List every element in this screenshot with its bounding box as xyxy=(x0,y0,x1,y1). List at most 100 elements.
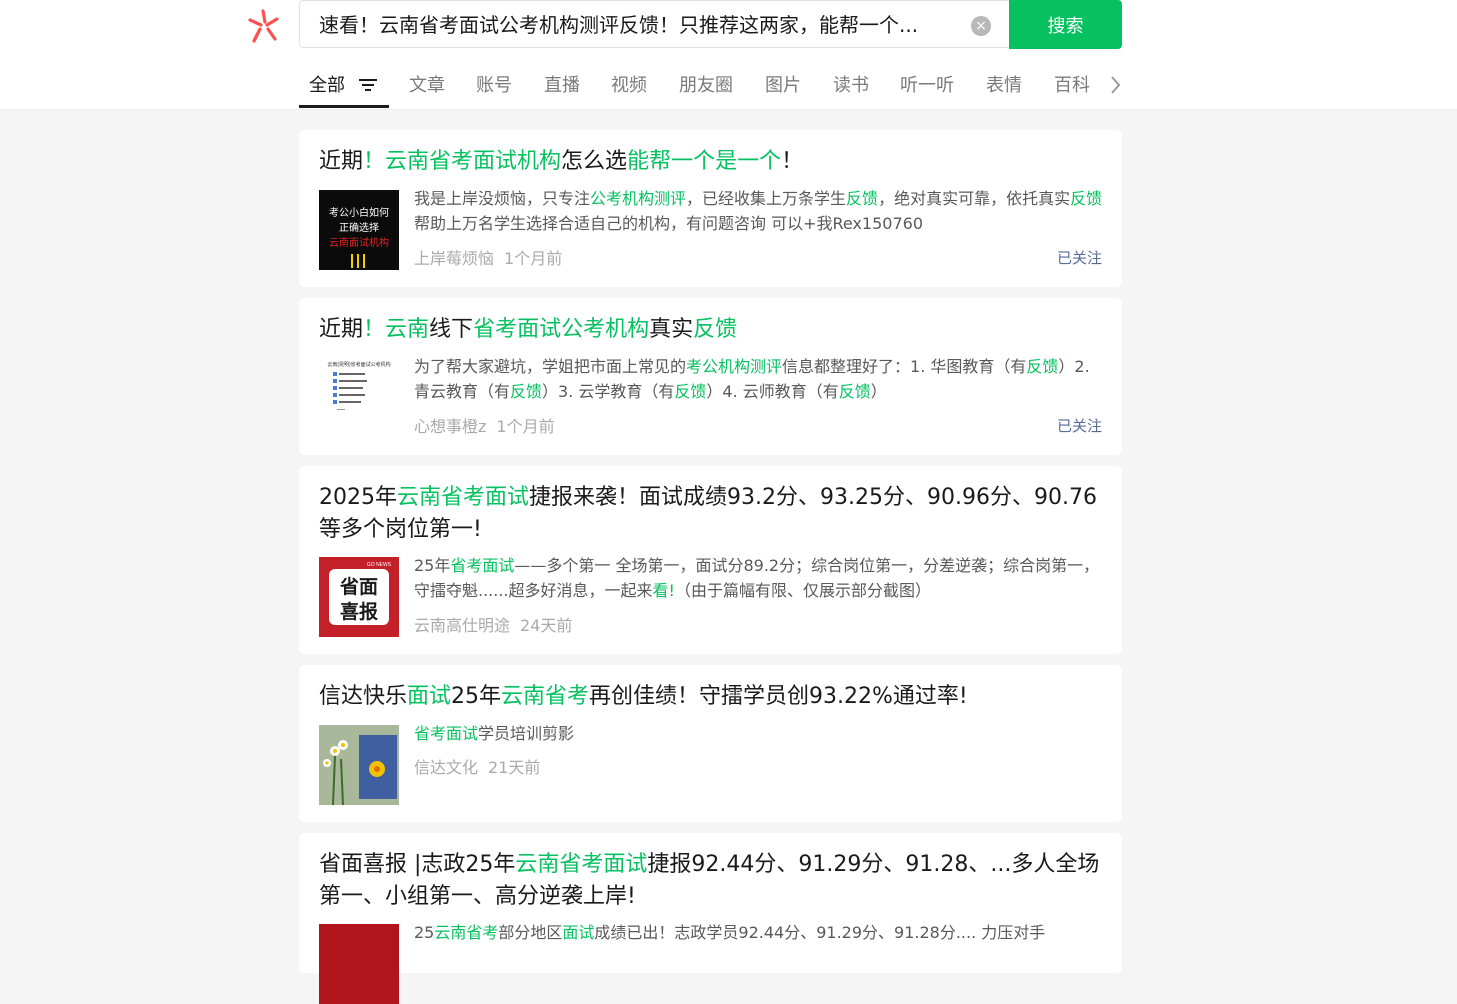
result-source[interactable]: 心想事橙z xyxy=(414,417,486,436)
text-segment: ，已经收集上万条学生 xyxy=(686,189,847,208)
result-thumbnail[interactable] xyxy=(319,924,399,1004)
text-segment: 信达快乐 xyxy=(319,684,408,709)
result-thumbnail[interactable]: 考公小白如何 正确选择 云南面试机构 xyxy=(319,190,399,270)
thumb-line: 考公小白如何 xyxy=(329,206,389,219)
thumb-line: GO NEWS xyxy=(367,562,392,568)
highlight-keyword: ！ xyxy=(363,149,386,174)
followed-button[interactable]: 已关注 xyxy=(1057,247,1102,268)
result-title[interactable]: 近期！云南线下省考面试公考机构真实反馈 xyxy=(319,314,1104,346)
highlight-keyword: 反馈 xyxy=(510,382,543,401)
highlight-keyword: 省考面试 xyxy=(450,556,515,575)
tab-live[interactable]: 直播 xyxy=(544,71,580,97)
highlight-keyword: 能帮一个是一个 xyxy=(627,149,782,174)
top-bar: × 搜索 全部 文章 账号 直播 视频 朋友圈 图片 读书 听一听 表情 百科 xyxy=(0,0,1457,110)
highlight-keyword: 考公机构测评 xyxy=(686,357,783,376)
text-segment: 学员培训剪影 xyxy=(478,724,575,743)
result-meta: 心想事橙z 1个月前 xyxy=(414,413,555,437)
chevron-right-icon[interactable] xyxy=(1109,73,1123,97)
tab-encyclopedia[interactable]: 百科 xyxy=(1054,71,1090,97)
result-card[interactable]: 2025年云南省考面试捷报来袭！面试成绩93.2分、93.25分、90.96分、… xyxy=(299,466,1122,654)
text-segment: ！ xyxy=(781,149,804,174)
search-input[interactable] xyxy=(319,1,959,49)
text-segment: 省面喜报 |志政25年 xyxy=(319,852,516,877)
highlight-keyword: 云南省考 xyxy=(434,923,499,942)
result-thumbnail[interactable]: 云南(昆明)省考面试公考机构 xyxy=(319,358,399,438)
text-segment: （由于篇幅有限、仅展示部分截图） xyxy=(674,581,931,600)
highlight-keyword: 云南省考面试 xyxy=(397,485,530,510)
highlight-keyword: 面试 xyxy=(562,923,595,942)
text-segment: ）4. 云师教育（有 xyxy=(706,382,839,401)
result-title[interactable]: 信达快乐面试25年云南省考再创佳绩！守擂学员创93.22%通过率! xyxy=(319,681,1104,713)
highlight-keyword: 云南省考 xyxy=(501,684,590,709)
highlight-keyword: 面试 xyxy=(407,684,452,709)
text-segment: 真实 xyxy=(649,317,694,342)
result-title[interactable]: 近期！云南省考面试机构怎么选能帮一个是一个！ xyxy=(319,146,1104,178)
result-title[interactable]: 2025年云南省考面试捷报来袭！面试成绩93.2分、93.25分、90.96分、… xyxy=(319,482,1104,546)
text-segment: 25年 xyxy=(451,684,502,709)
result-card[interactable]: 省面喜报 |志政25年云南省考面试捷报92.44分、91.29分、91.28、.… xyxy=(299,833,1122,1004)
result-source[interactable]: 云南高仕明途 xyxy=(414,616,510,635)
text-segment: 为了帮大家避坑，学姐把市面上常见的 xyxy=(414,357,687,376)
thumb-line: 云南(昆明)省考面试公考机构 xyxy=(327,361,390,368)
result-time: 1个月前 xyxy=(504,249,563,268)
result-description: 25云南省考部分地区面试成绩已出！志政学员92.44分、91.29分、91.28… xyxy=(414,920,1104,945)
result-time: 24天前 xyxy=(520,616,573,635)
tab-images[interactable]: 图片 xyxy=(765,71,801,97)
highlight-keyword: 反馈 xyxy=(674,382,707,401)
highlight-keyword: 云南省考面试机构 xyxy=(385,149,562,174)
result-meta: 信达文化 21天前 xyxy=(414,754,540,778)
result-source[interactable]: 上岸莓烦恼 xyxy=(414,249,494,268)
highlight-keyword: 反馈 xyxy=(1070,189,1103,208)
text-segment: 信息都整理好了：1. 华图教育（有 xyxy=(782,357,1027,376)
highlight-keyword: 公考机构测评 xyxy=(590,189,687,208)
result-description: 为了帮大家避坑，学姐把市面上常见的考公机构测评信息都整理好了：1. 华图教育（有… xyxy=(414,354,1104,404)
tab-moments[interactable]: 朋友圈 xyxy=(679,71,733,97)
tab-articles[interactable]: 文章 xyxy=(409,71,445,97)
result-thumbnail[interactable]: 省面 喜报 GO NEWS xyxy=(319,557,399,637)
result-card[interactable]: 近期！云南线下省考面试公考机构真实反馈 云南(昆明)省考面试公考机构 为了帮大家… xyxy=(299,298,1122,455)
thumb-line: 云南面试机构 xyxy=(329,236,389,249)
search-box: × xyxy=(299,0,1009,49)
filter-icon[interactable] xyxy=(359,77,377,93)
text-segment: ）3. 云学教育（有 xyxy=(542,382,675,401)
text-segment: 近期 xyxy=(319,149,364,174)
tab-videos[interactable]: 视频 xyxy=(611,71,647,97)
highlight-keyword: 省考面试公考机构 xyxy=(473,317,650,342)
highlight-keyword: ！ xyxy=(363,317,386,342)
followed-button[interactable]: 已关注 xyxy=(1057,415,1102,436)
text-segment: 帮助上万名学生选择合适自己的机构，有问题咨询 可以+我Rex150760 xyxy=(414,214,924,233)
text-segment: 线下 xyxy=(429,317,474,342)
text-segment: 部分地区 xyxy=(498,923,563,942)
tab-books[interactable]: 读书 xyxy=(833,71,869,97)
result-title[interactable]: 省面喜报 |志政25年云南省考面试捷报92.44分、91.29分、91.28、.… xyxy=(319,849,1104,913)
tab-listen[interactable]: 听一听 xyxy=(900,71,954,97)
thumb-line: 喜报 xyxy=(340,600,378,623)
result-time: 1个月前 xyxy=(496,417,555,436)
text-segment: 25年 xyxy=(414,556,451,575)
text-segment: ） xyxy=(870,382,887,401)
text-segment: 近期 xyxy=(319,317,364,342)
result-description: 25年省考面试——多个第一 全场第一，面试分89.2分；综合岗位第一，分差逆袭；… xyxy=(414,553,1104,603)
result-card[interactable]: 近期！云南省考面试机构怎么选能帮一个是一个！ 考公小白如何 正确选择 云南面试机… xyxy=(299,130,1122,287)
result-description: 省考面试学员培训剪影 xyxy=(414,721,1104,746)
text-segment: ，绝对真实可靠，依托真实 xyxy=(878,189,1071,208)
highlight-keyword: 反馈 xyxy=(838,382,871,401)
clear-search-icon[interactable]: × xyxy=(971,16,991,36)
highlight-keyword: 省考面试 xyxy=(414,724,479,743)
highlight-keyword: 反馈 xyxy=(1026,357,1059,376)
tab-all[interactable]: 全部 xyxy=(309,71,345,97)
text-segment: 怎么选 xyxy=(561,149,628,174)
search-button[interactable]: 搜索 xyxy=(1009,0,1122,49)
result-meta: 上岸莓烦恼 1个月前 xyxy=(414,245,562,269)
result-card[interactable]: 信达快乐面试25年云南省考再创佳绩！守擂学员创93.22%通过率! 省考面试学员… xyxy=(299,665,1122,822)
search-logo-icon[interactable] xyxy=(246,8,282,44)
thumb-line: 正确选择 xyxy=(339,221,379,234)
tab-stickers[interactable]: 表情 xyxy=(986,71,1022,97)
text-segment: 我是上岸没烦恼，只专注 xyxy=(414,189,591,208)
highlight-keyword: 看! xyxy=(652,581,675,600)
tab-accounts[interactable]: 账号 xyxy=(476,71,512,97)
highlight-keyword: 云南 xyxy=(385,317,430,342)
result-thumbnail[interactable] xyxy=(319,725,399,805)
result-source[interactable]: 信达文化 xyxy=(414,758,478,777)
text-segment: 再创佳绩！守擂学员创93.22%通过率! xyxy=(589,684,968,709)
